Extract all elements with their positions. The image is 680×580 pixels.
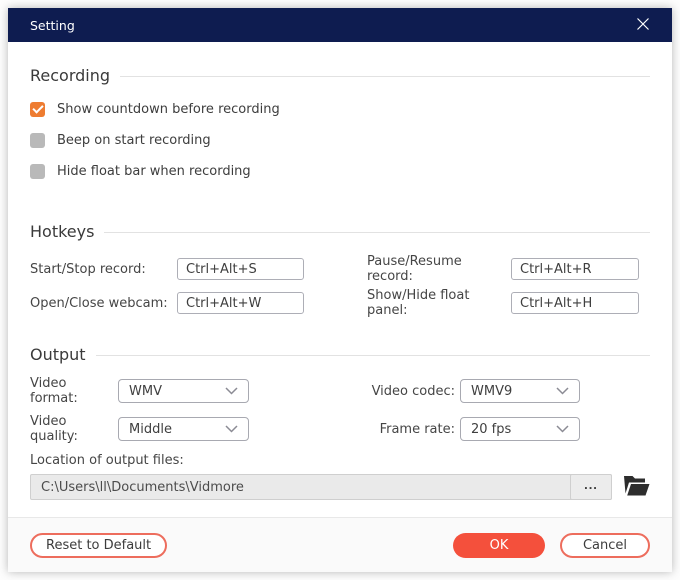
cancel-button[interactable]: Cancel xyxy=(560,533,650,558)
close-button[interactable] xyxy=(630,12,656,38)
output-heading-label: Output xyxy=(30,345,86,365)
output-heading: Output xyxy=(30,345,650,365)
section-output: Output Video format: WMV Video codec: xyxy=(30,345,650,500)
open-folder-button[interactable] xyxy=(623,474,650,500)
section-recording: Recording Show countdown before recordin… xyxy=(30,66,650,179)
dropdown-label: Frame rate: xyxy=(367,422,455,437)
dialog-title: Setting xyxy=(30,18,75,33)
section-hotkeys: Hotkeys Start/Stop record: Pause/Resume … xyxy=(30,222,650,314)
section-divider xyxy=(96,355,650,356)
location-label: Location of output files: xyxy=(30,453,650,468)
section-divider xyxy=(104,232,650,233)
chevron-down-icon xyxy=(225,425,238,433)
checkbox-row-hide-float-bar[interactable]: Hide float bar when recording xyxy=(30,163,650,179)
recording-heading: Recording xyxy=(30,66,650,86)
hotkey-field-webcam: Open/Close webcam: xyxy=(30,292,367,314)
recording-heading-label: Recording xyxy=(30,66,110,86)
output-location-field[interactable]: C:\Users\ll\Documents\Vidmore ... xyxy=(30,474,612,500)
hotkey-label: Start/Stop record: xyxy=(30,262,177,277)
screen: Setting Recording Show countdown before … xyxy=(0,0,680,580)
dropdown-value: WMV9 xyxy=(471,384,512,399)
dropdown-label: Video codec: xyxy=(367,384,455,399)
hide-float-bar-checkbox[interactable] xyxy=(30,164,45,179)
reset-to-default-button[interactable]: Reset to Default xyxy=(30,533,167,558)
hotkey-input-open-close-webcam[interactable] xyxy=(177,292,304,314)
output-field-video-codec: Video codec: WMV9 xyxy=(367,379,650,403)
output-field-video-quality: Video quality: Middle xyxy=(30,417,367,441)
hotkey-field-start-stop: Start/Stop record: xyxy=(30,258,367,280)
dropdown-label: Video format: xyxy=(30,376,118,406)
dropdown-label: Video quality: xyxy=(30,414,118,444)
hotkeys-heading-label: Hotkeys xyxy=(30,222,94,242)
hotkeys-heading: Hotkeys xyxy=(30,222,650,242)
footer-actions: OK Cancel xyxy=(453,533,650,558)
dialog-body: Recording Show countdown before recordin… xyxy=(8,66,672,500)
hotkey-field-float-panel: Show/Hide float panel: xyxy=(367,292,650,314)
chevron-down-icon xyxy=(556,387,569,395)
checkbox-row-show-countdown[interactable]: Show countdown before recording xyxy=(30,101,650,117)
browse-button[interactable]: ... xyxy=(570,474,612,500)
video-format-dropdown[interactable]: WMV xyxy=(118,379,249,403)
hotkey-field-pause-resume: Pause/Resume record: xyxy=(367,258,650,280)
ok-button[interactable]: OK xyxy=(453,533,545,558)
close-icon xyxy=(636,17,650,34)
checkbox-label: Show countdown before recording xyxy=(57,102,280,117)
folder-icon xyxy=(623,474,650,500)
beep-on-start-checkbox[interactable] xyxy=(30,133,45,148)
hotkey-label: Open/Close webcam: xyxy=(30,296,177,311)
checkbox-row-beep-on-start[interactable]: Beep on start recording xyxy=(30,132,650,148)
titlebar: Setting xyxy=(8,8,672,42)
output-location-path: C:\Users\ll\Documents\Vidmore xyxy=(31,480,570,495)
hotkey-input-pause-resume-record[interactable] xyxy=(511,258,639,280)
hotkey-label: Pause/Resume record: xyxy=(367,254,511,284)
checkbox-label: Hide float bar when recording xyxy=(57,164,251,179)
hotkey-input-start-stop-record[interactable] xyxy=(177,258,304,280)
dropdown-value: WMV xyxy=(129,384,162,399)
output-field-video-format: Video format: WMV xyxy=(30,379,367,403)
checkbox-label: Beep on start recording xyxy=(57,133,211,148)
dropdown-value: Middle xyxy=(129,422,172,437)
output-grid: Video format: WMV Video codec: WMV9 xyxy=(30,379,650,441)
show-countdown-checkbox[interactable] xyxy=(30,102,45,117)
output-field-frame-rate: Frame rate: 20 fps xyxy=(367,417,650,441)
chevron-down-icon xyxy=(225,387,238,395)
video-quality-dropdown[interactable]: Middle xyxy=(118,417,249,441)
location-row: C:\Users\ll\Documents\Vidmore ... xyxy=(30,474,650,500)
hotkeys-grid: Start/Stop record: Pause/Resume record: … xyxy=(30,258,650,314)
video-codec-dropdown[interactable]: WMV9 xyxy=(460,379,580,403)
dropdown-value: 20 fps xyxy=(471,422,511,437)
hotkey-label: Show/Hide float panel: xyxy=(367,288,511,318)
frame-rate-dropdown[interactable]: 20 fps xyxy=(460,417,580,441)
hotkey-input-show-hide-float-panel[interactable] xyxy=(511,292,639,314)
section-divider xyxy=(120,76,650,77)
settings-dialog: Setting Recording Show countdown before … xyxy=(8,8,672,572)
chevron-down-icon xyxy=(556,425,569,433)
dialog-footer: Reset to Default OK Cancel xyxy=(8,517,672,572)
